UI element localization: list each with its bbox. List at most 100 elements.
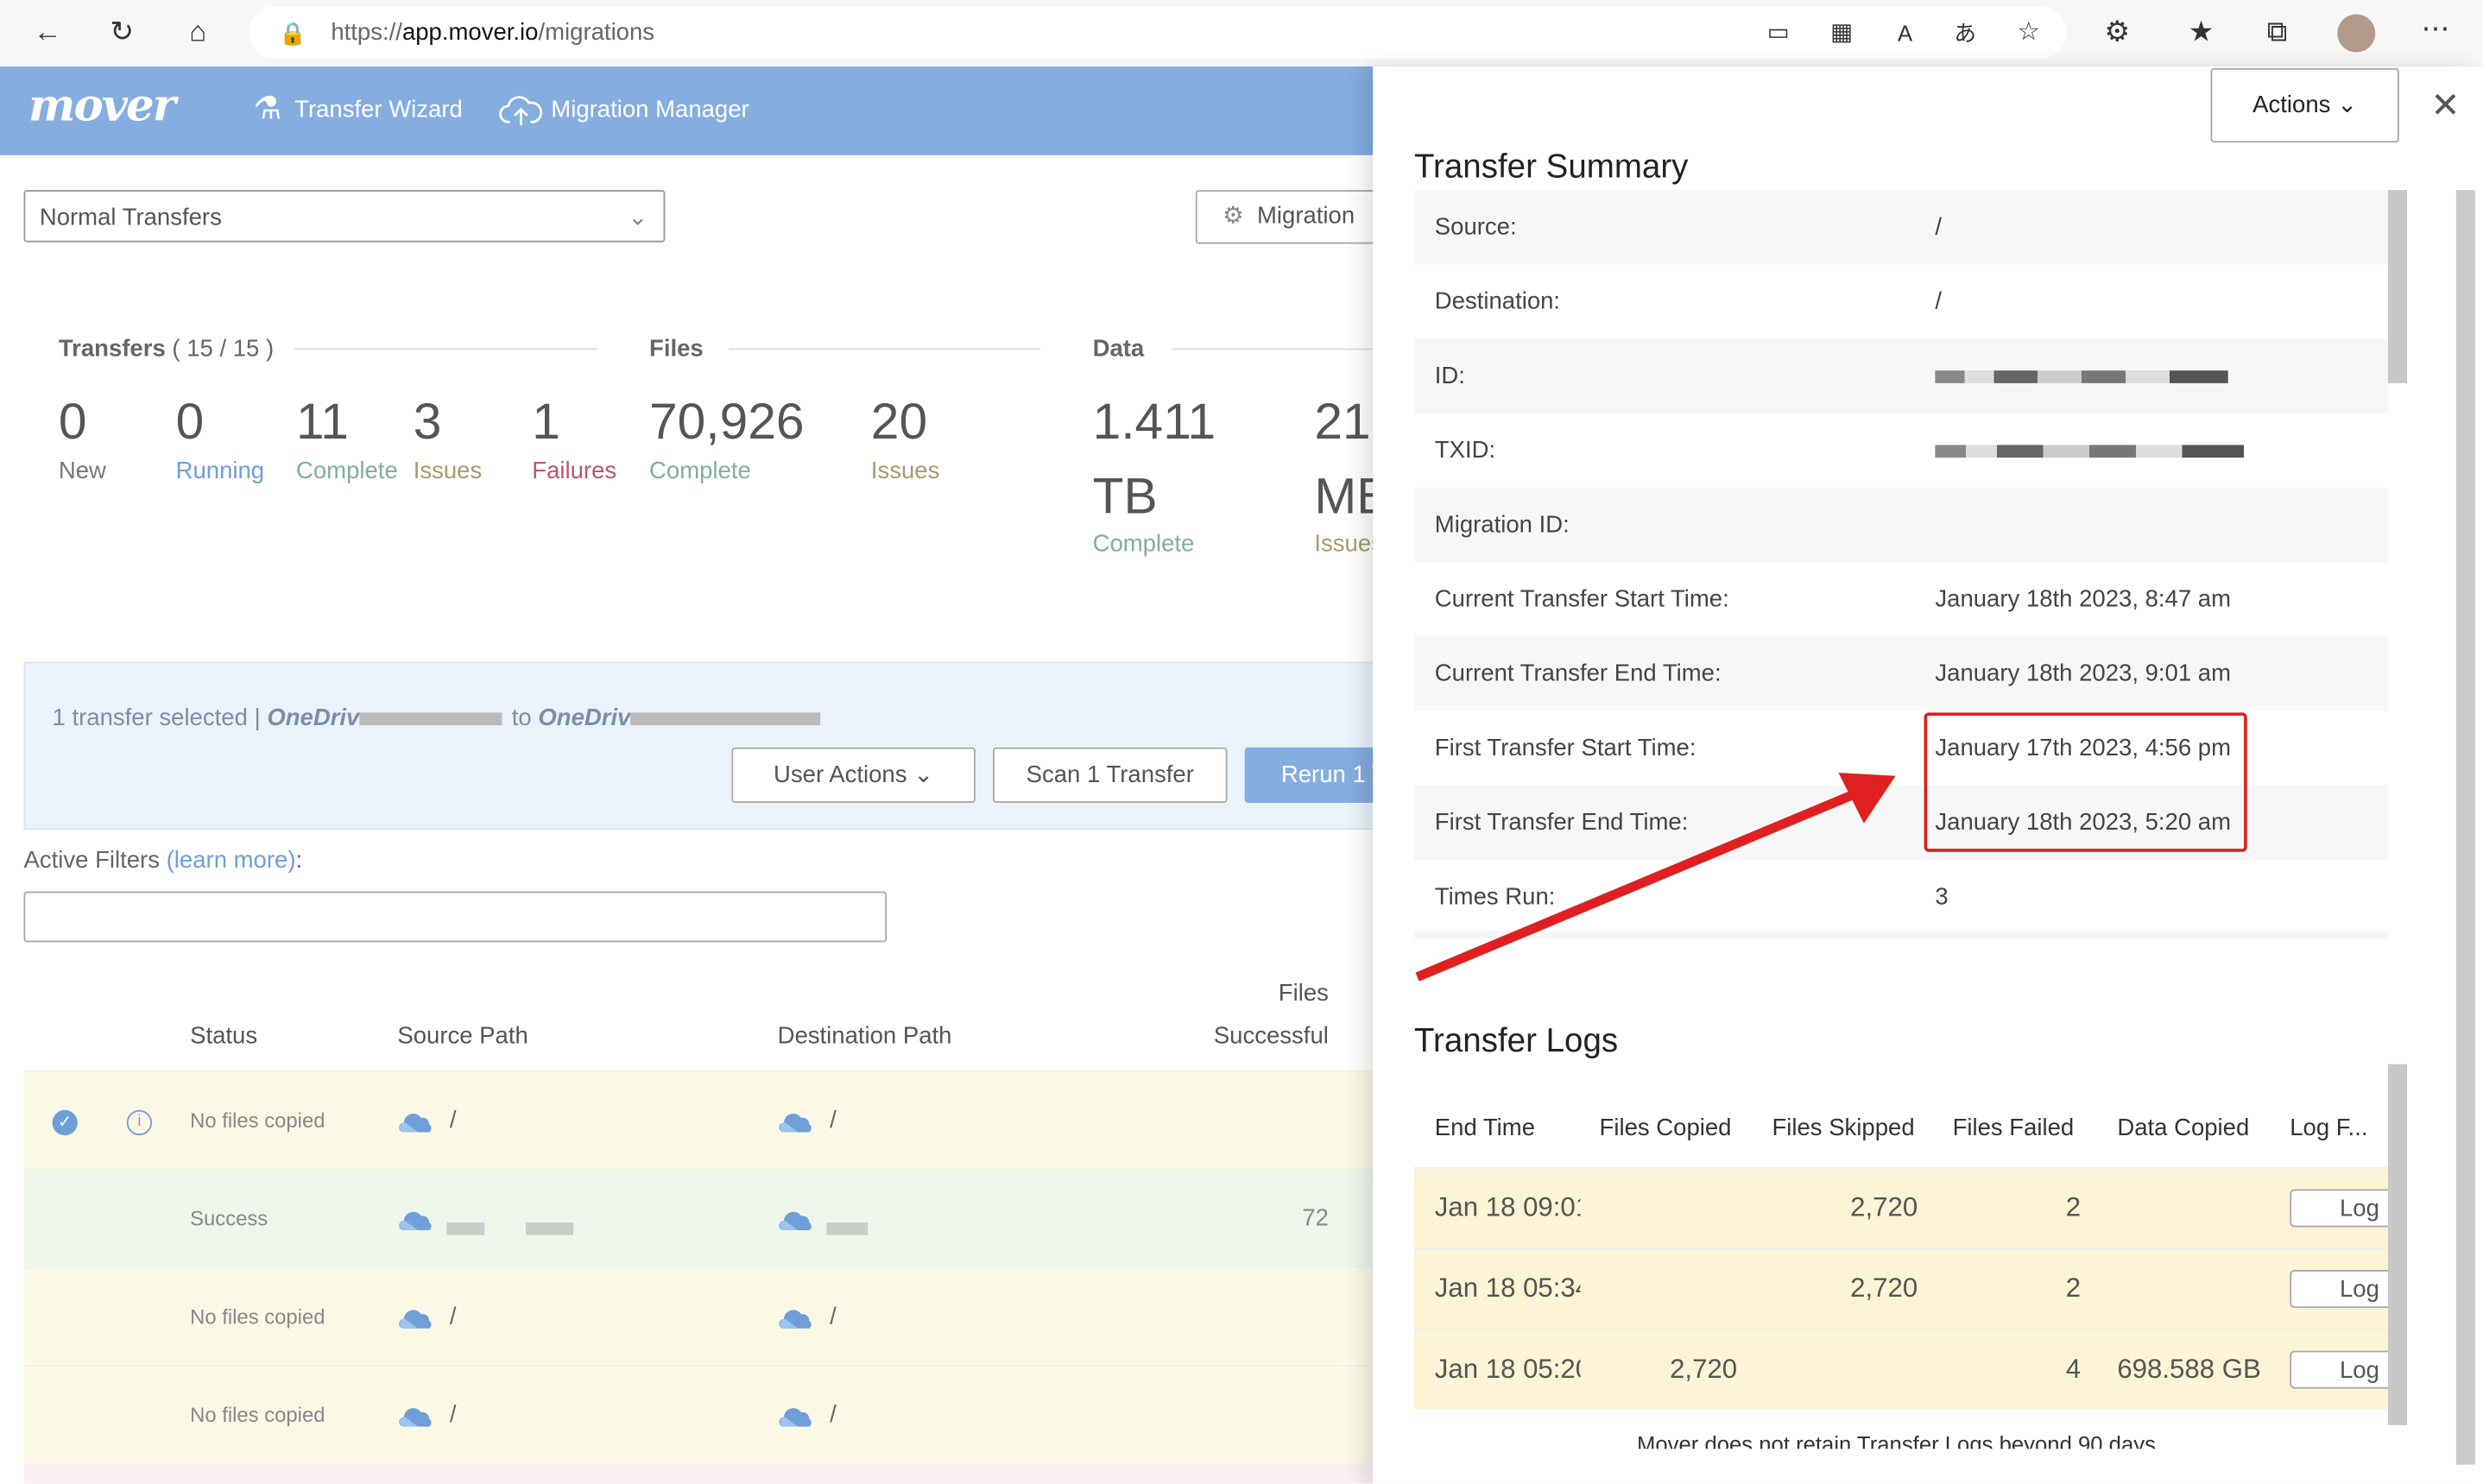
collections-icon[interactable]: ⧉ bbox=[2259, 16, 2297, 47]
home-icon[interactable]: ⌂ bbox=[179, 16, 217, 47]
stat-issues-value: 3 bbox=[413, 392, 442, 450]
log-file-button[interactable]: Log bbox=[2290, 1350, 2401, 1389]
transfers-heading: Transfers ( 15 / 15 ) bbox=[58, 335, 275, 363]
stat-new-label[interactable]: New bbox=[59, 458, 106, 484]
filters-input[interactable] bbox=[23, 891, 888, 943]
stat-complete-label[interactable]: Complete bbox=[296, 458, 398, 484]
log-file-button[interactable]: Log bbox=[2290, 1270, 2401, 1309]
col-files[interactable]: Files bbox=[1170, 980, 1329, 1007]
transfer-detail-panel: Actions ⌄ ✕ Transfer Summary Source: / Des… bbox=[1373, 66, 2483, 1484]
row-status: No files copied bbox=[190, 1304, 325, 1329]
avatar[interactable] bbox=[2337, 14, 2376, 53]
browser-toolbar: ← ↻ ⌂ 🔒 https://app.mover.io/migrations … bbox=[0, 0, 2483, 68]
onedrive-icon bbox=[779, 1406, 813, 1435]
log-files-skipped: 2,720 bbox=[1850, 1272, 1918, 1304]
table-row[interactable] bbox=[23, 1462, 1450, 1484]
red-arrow-annotation bbox=[1415, 773, 1896, 982]
log-file-button[interactable]: Log bbox=[2290, 1189, 2401, 1228]
info-icon[interactable]: i bbox=[126, 1109, 153, 1136]
col-status[interactable]: Status bbox=[190, 1023, 257, 1050]
divider bbox=[294, 348, 597, 350]
flask-icon: ⚗ bbox=[253, 92, 282, 127]
address-bar[interactable]: 🔒 https://app.mover.io/migrations ▭ ▦ A … bbox=[248, 6, 2067, 59]
files-heading: Files bbox=[649, 335, 704, 363]
col-files-successful[interactable]: Successful bbox=[1170, 1023, 1329, 1050]
user-actions-button[interactable]: User Actions ⌄ bbox=[731, 747, 976, 803]
apps-icon[interactable]: ▦ bbox=[1823, 17, 1861, 49]
log-files-failed: 2 bbox=[2065, 1272, 2082, 1304]
log-col-files-skipped[interactable]: Files Skipped bbox=[1772, 1115, 1914, 1141]
data-heading: Data bbox=[1092, 335, 1145, 363]
logs-retention-note: Mover does not retain Transfer Logs beyo… bbox=[1636, 1431, 2156, 1449]
log-end-time: Jan 18 05:34 bbox=[1434, 1272, 1581, 1304]
favorites-icon[interactable]: ★ bbox=[2183, 16, 2221, 47]
table-row[interactable]: No files copied / / bbox=[23, 1365, 1450, 1465]
table-row[interactable]: No files copied / / bbox=[23, 1266, 1450, 1367]
log-row: Jan 18 05:34 2,720 2 Log bbox=[1413, 1247, 2401, 1329]
files-complete-value: 70,926 bbox=[649, 392, 805, 450]
row-files-successful: 72 bbox=[1302, 1204, 1329, 1233]
log-row: Jan 18 05:20 2,720 4 698.588 GB Log bbox=[1413, 1328, 2401, 1410]
log-col-log-file[interactable]: Log F... bbox=[2290, 1115, 2367, 1141]
stat-failures-value: 1 bbox=[532, 392, 560, 450]
gear-icon: ⚙ bbox=[1223, 202, 1244, 230]
data-complete-value: 1.411 bbox=[1092, 392, 1216, 450]
col-source-path[interactable]: Source Path bbox=[397, 1023, 528, 1050]
onedrive-icon bbox=[779, 1209, 813, 1238]
stat-complete-value: 11 bbox=[295, 392, 349, 450]
onedrive-icon bbox=[779, 1308, 813, 1336]
log-col-data-copied[interactable]: Data Copied bbox=[2117, 1115, 2249, 1141]
app-available-icon[interactable]: ▭ bbox=[1760, 17, 1797, 49]
data-complete-label[interactable]: Complete bbox=[1093, 530, 1195, 557]
refresh-icon[interactable]: ↻ bbox=[103, 16, 141, 47]
table-row[interactable]: ✓ i No files copied / / bbox=[23, 1070, 1450, 1171]
onedrive-icon bbox=[779, 1112, 813, 1140]
row-checkbox-checked[interactable]: ✓ bbox=[52, 1109, 78, 1136]
log-data-copied: 698.588 GB bbox=[2117, 1354, 2261, 1385]
log-files-failed: 4 bbox=[2065, 1354, 2082, 1385]
read-aloud-icon[interactable]: A bbox=[1886, 17, 1924, 49]
learn-more-link[interactable]: (learn more) bbox=[167, 847, 296, 874]
back-icon[interactable]: ← bbox=[28, 16, 66, 47]
logs-scrollbar[interactable] bbox=[2387, 1064, 2407, 1425]
cloud-upload-icon bbox=[499, 96, 543, 125]
nav-migration-manager[interactable]: Migration Manager bbox=[551, 97, 749, 123]
nav-transfer-wizard[interactable]: Transfer Wizard bbox=[294, 97, 463, 123]
redacted-path bbox=[826, 1215, 870, 1243]
row-destination-path: / bbox=[830, 1303, 837, 1330]
log-col-files-failed[interactable]: Files Failed bbox=[1953, 1115, 2075, 1141]
onedrive-icon bbox=[399, 1308, 433, 1336]
mover-logo[interactable]: mover bbox=[28, 79, 176, 132]
panel-scrollbar[interactable] bbox=[2455, 190, 2475, 1465]
col-destination-path[interactable]: Destination Path bbox=[778, 1023, 952, 1050]
lock-icon[interactable]: 🔒 bbox=[274, 17, 312, 49]
data-complete-unit: TB bbox=[1092, 467, 1158, 525]
stat-running-label[interactable]: Running bbox=[176, 458, 265, 484]
extensions-icon[interactable]: ⚙ bbox=[2098, 16, 2136, 47]
scan-transfer-button[interactable]: Scan 1 Transfer bbox=[993, 747, 1228, 803]
favorite-add-icon[interactable]: ☆ bbox=[2010, 17, 2048, 49]
log-col-files-copied[interactable]: Files Copied bbox=[1600, 1115, 1732, 1141]
transfer-logs-title: Transfer Logs bbox=[1413, 1022, 1619, 1060]
log-files-copied: 2,720 bbox=[1670, 1354, 1738, 1385]
table-row[interactable]: Success 72 bbox=[23, 1168, 1450, 1269]
row-source-path: / bbox=[449, 1107, 457, 1134]
translate-icon[interactable]: あ bbox=[1946, 17, 1984, 49]
stat-running-value: 0 bbox=[175, 392, 205, 450]
redacted-path bbox=[446, 1215, 576, 1243]
stat-failures-label[interactable]: Failures bbox=[532, 458, 616, 484]
active-filters-label: Active Filters (learn more): bbox=[23, 847, 303, 875]
log-end-time: Jan 18 09:01 bbox=[1434, 1192, 1581, 1223]
log-files-skipped: 2,720 bbox=[1850, 1192, 1918, 1223]
row-source-path: / bbox=[449, 1303, 457, 1330]
files-issues-label[interactable]: Issues bbox=[871, 458, 940, 484]
row-destination-path: / bbox=[830, 1107, 837, 1134]
log-col-end-time[interactable]: End Time bbox=[1435, 1115, 1535, 1141]
row-status: Success bbox=[190, 1206, 269, 1231]
url-text: https://app.mover.io/migrations bbox=[331, 19, 655, 47]
view-select[interactable]: Normal Transfers ⌄ bbox=[23, 190, 666, 243]
files-complete-label[interactable]: Complete bbox=[649, 458, 751, 484]
stat-new-value: 0 bbox=[58, 392, 87, 450]
more-icon[interactable]: ⋯ bbox=[2417, 13, 2455, 45]
stat-issues-label[interactable]: Issues bbox=[414, 458, 483, 484]
